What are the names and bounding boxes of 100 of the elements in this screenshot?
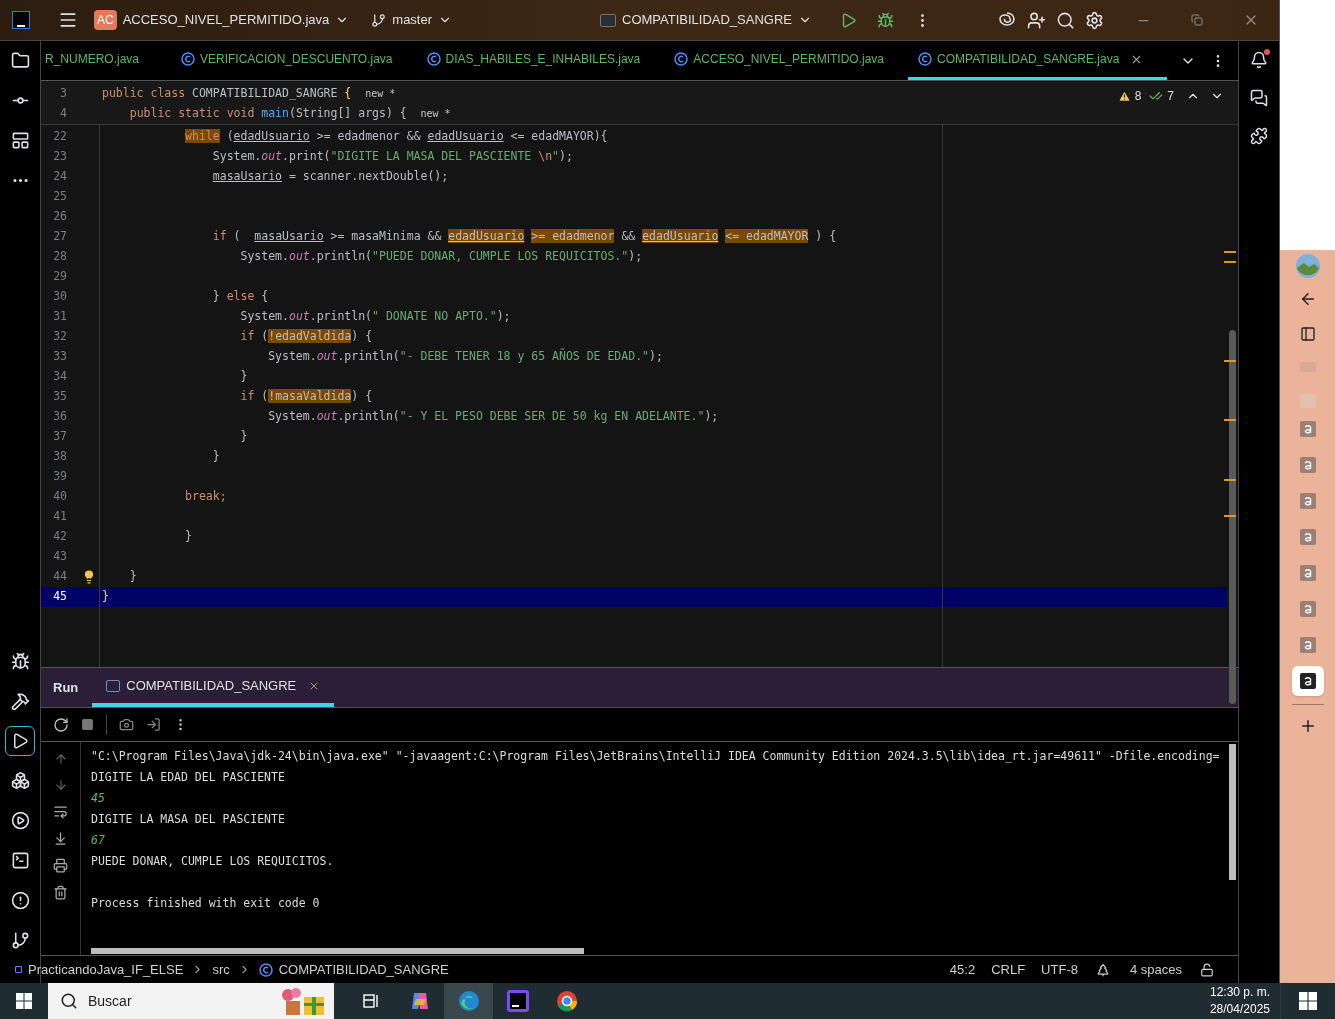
down-arrow-icon[interactable] bbox=[53, 778, 68, 792]
weak-warning-icon bbox=[1149, 89, 1164, 103]
line-number: 30 bbox=[52, 288, 67, 306]
services-run-icon[interactable] bbox=[10, 811, 30, 830]
indent-setting[interactable]: 4 spaces bbox=[1129, 959, 1182, 980]
run-tool-button[interactable] bbox=[5, 726, 35, 756]
console-line: DIGITE LA EDAD DEL PASCIENTE bbox=[91, 769, 285, 786]
code-line: System.out.println("- DEBE TENER 18 y 65 AÑOS DE EDAD."); bbox=[267, 348, 663, 366]
add-user-icon[interactable] bbox=[1027, 10, 1046, 30]
search-icon[interactable] bbox=[1056, 10, 1075, 30]
scroll-to-end-icon[interactable] bbox=[53, 831, 68, 846]
project-folder-icon[interactable] bbox=[10, 51, 30, 70]
code-line: } bbox=[239, 428, 248, 446]
attach-icon[interactable] bbox=[146, 717, 161, 732]
code-line: } bbox=[184, 528, 193, 546]
play-icon bbox=[11, 732, 29, 750]
search-field[interactable]: Buscar bbox=[88, 990, 238, 1012]
line-ending[interactable]: CRLF bbox=[991, 959, 1026, 980]
app-logo-icon bbox=[12, 11, 30, 29]
breadcrumb-item[interactable]: src bbox=[212, 959, 230, 980]
line-number: 40 bbox=[52, 488, 67, 506]
sidebar-panel-icon[interactable] bbox=[1299, 326, 1316, 342]
chat-icon[interactable] bbox=[1250, 89, 1268, 107]
services-icon[interactable] bbox=[10, 771, 30, 790]
lock-icon[interactable] bbox=[1200, 962, 1214, 977]
problems-icon[interactable] bbox=[10, 891, 30, 910]
line-number: 33 bbox=[52, 348, 67, 366]
editor-tab[interactable]: ACCESO_NIVEL_PERMITIDO.java bbox=[664, 41, 909, 80]
debug-icon[interactable] bbox=[10, 652, 30, 671]
editor-tab[interactable]: DIAS_HABILES_E_INHABILES.java bbox=[416, 41, 665, 80]
code-line: public class COMPATIBILIDAD_SANGRE { new * bbox=[102, 85, 396, 103]
run-config-selector[interactable]: COMPATIBILIDAD_SANGRE bbox=[600, 10, 812, 30]
panel-title: Run bbox=[52, 678, 80, 697]
line-number: 34 bbox=[52, 368, 67, 386]
soft-wrap-icon[interactable] bbox=[53, 804, 68, 819]
file-encoding[interactable]: UTF-8 bbox=[1041, 959, 1078, 980]
breadcrumb-item[interactable]: PracticandoJava_IF_ELSE bbox=[28, 959, 184, 980]
line-number: 41 bbox=[52, 508, 67, 526]
line-number: 38 bbox=[52, 448, 67, 466]
square-logo-icon bbox=[505, 989, 530, 1013]
up-arrow-icon[interactable] bbox=[53, 752, 68, 766]
line-number: 4 bbox=[59, 105, 67, 123]
console-line: 67 bbox=[91, 832, 105, 849]
restore-icon[interactable] bbox=[1191, 14, 1203, 26]
code-line: } else { bbox=[211, 288, 269, 306]
settings-icon[interactable] bbox=[1085, 10, 1104, 30]
git-branch-icon[interactable] bbox=[10, 931, 30, 950]
project-badge: AC bbox=[94, 10, 117, 30]
console-line: DIGITE LA MASA DEL PASCIENTE bbox=[91, 811, 285, 828]
warning-icon bbox=[1117, 89, 1131, 103]
print-icon[interactable] bbox=[53, 858, 68, 873]
plugin-icon[interactable] bbox=[1250, 127, 1268, 145]
search-bar[interactable]: Buscar bbox=[48, 983, 334, 1019]
editor-tab[interactable]: R_NUMERO.java bbox=[41, 41, 172, 80]
line-number: 39 bbox=[52, 468, 67, 486]
line-number: 35 bbox=[52, 388, 67, 406]
wave-logo-icon bbox=[456, 989, 481, 1013]
tree-icon[interactable] bbox=[1095, 962, 1110, 977]
console-line: 45 bbox=[91, 790, 105, 807]
run-tab[interactable]: COMPATIBILIDAD_SANGRE bbox=[92, 668, 335, 707]
breadcrumb-item[interactable]: COMPATIBILIDAD_SANGRE bbox=[278, 959, 449, 980]
clock[interactable]: 12:30 p. m. 28/04/2025 bbox=[1209, 984, 1270, 1018]
code-line: } bbox=[128, 568, 137, 586]
app-icon bbox=[1299, 493, 1316, 509]
caret-position[interactable]: 45:2 bbox=[949, 959, 976, 980]
menu-icon[interactable] bbox=[58, 10, 78, 30]
console-line: Process finished with exit code 0 bbox=[91, 895, 320, 912]
taskbar-app[interactable] bbox=[444, 983, 493, 1019]
stop-icon[interactable] bbox=[81, 718, 94, 731]
windows-icon[interactable] bbox=[1299, 992, 1317, 1010]
trash-icon[interactable] bbox=[53, 885, 68, 900]
code-line: masaUsario = scanner.nextDouble(); bbox=[211, 168, 449, 186]
app-icon bbox=[1299, 601, 1316, 617]
error-stripe-mark bbox=[1224, 515, 1236, 517]
run-icon[interactable] bbox=[840, 11, 857, 29]
error-stripe-mark bbox=[1224, 261, 1236, 263]
task-view-icon bbox=[360, 991, 381, 1011]
project-switcher[interactable]: AC ACCESO_NIVEL_PERMITIDO.java bbox=[94, 10, 350, 30]
code-line: if (!masaValdida) { bbox=[239, 388, 373, 406]
window-icon bbox=[600, 13, 616, 27]
line-number: 25 bbox=[52, 188, 67, 206]
build-hammer-icon[interactable] bbox=[10, 692, 30, 711]
line-number: 29 bbox=[52, 268, 67, 286]
lightbulb-icon[interactable] bbox=[82, 570, 96, 584]
module-icon bbox=[15, 966, 22, 973]
app-icon bbox=[1299, 565, 1316, 581]
branch-selector[interactable]: master bbox=[371, 10, 453, 30]
structure-icon[interactable] bbox=[10, 131, 30, 150]
rerun-icon[interactable] bbox=[53, 716, 69, 733]
terminal-icon[interactable] bbox=[10, 851, 30, 870]
line-number: 27 bbox=[52, 228, 67, 246]
editor-tab[interactable]: VERIFICACION_DESCUENTO.java bbox=[171, 41, 417, 80]
app-tile[interactable] bbox=[1291, 666, 1324, 696]
app-icon bbox=[1299, 673, 1316, 689]
notifications-icon[interactable] bbox=[1250, 51, 1268, 69]
start-icon[interactable] bbox=[16, 993, 32, 1009]
app-icon bbox=[1299, 529, 1316, 545]
screenshot-icon[interactable] bbox=[119, 717, 134, 732]
debug-icon[interactable] bbox=[877, 11, 894, 29]
code-line: if ( masaUsario >= masaMinima && edadUsuario >= edadmenor && edadUsuario <= edadMAYOR ) { bbox=[211, 228, 837, 246]
